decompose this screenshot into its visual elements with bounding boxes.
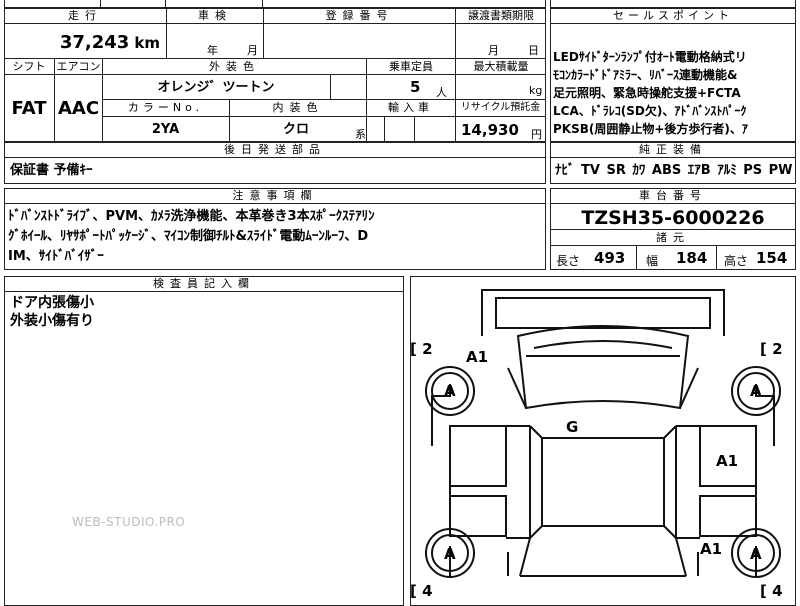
divider [262, 0, 263, 8]
height-label: 高さ [724, 254, 749, 268]
bracket-value: 4 [422, 582, 433, 600]
tire-rear-right-mark: A [750, 545, 762, 563]
interior-color-cell: クロ 系 [229, 117, 366, 142]
divider [384, 117, 385, 142]
bracket-top-left: [ 2 [410, 340, 433, 358]
mileage-value-cell: 37,243 km [4, 24, 166, 58]
top-cutoff-row [4, 0, 546, 8]
inspection-value-cell: 年 月 [166, 24, 263, 58]
aircon-text: AAC [57, 98, 100, 119]
height-value: 154 [756, 249, 788, 267]
max-load-value-cell: kg [455, 75, 546, 99]
sales-point-line: LEDｻｲﾄﾞﾀｰﾝﾗﾝﾌﾟ付ｵｰﾄ電動格納式リ [553, 50, 747, 64]
shift-text: FAT [11, 98, 47, 119]
car-diagram [425, 289, 781, 578]
registration-header: 登録番号 [263, 8, 455, 24]
recycle-header: リサイクル預託金 [460, 102, 541, 113]
import-header: 輸入車 [388, 101, 433, 114]
bracket-value: 2 [772, 340, 783, 358]
recycle-amount: 14,930 [461, 121, 519, 139]
max-load-header: 最大積載量 [455, 59, 546, 74]
transfer-deadline-header: 譲渡書類期限 [455, 8, 546, 24]
equipment-header: 純正装備 [550, 142, 796, 158]
shift-header: シフト [12, 60, 46, 73]
transfer-value-cell: 月 日 [455, 24, 546, 58]
inspection-month: 月 [247, 44, 258, 57]
top-cutoff-right [550, 0, 796, 8]
tire-rear-left-mark: A [444, 545, 456, 563]
inspector-text: ドア内張傷小 外装小傷有り [10, 294, 390, 330]
sales-point-line: PKSB(周囲静止物+後方歩行者)、ｱ [553, 122, 748, 136]
divider [100, 0, 101, 8]
capacity-unit: 人 [436, 86, 447, 99]
color-no-header: カラーNo. [127, 101, 204, 114]
bracket-value: 4 [772, 582, 783, 600]
mileage-value: 37,243 [59, 32, 130, 53]
aircon-header: エアコン [54, 59, 102, 74]
divider [716, 246, 717, 270]
length-label: 長さ [556, 254, 581, 268]
inspection-year: 年 [207, 44, 218, 57]
chassis-header: 車台番号 [550, 188, 796, 204]
bracket-top-right: [ 2 [760, 340, 783, 358]
damage-mark-g: G [566, 418, 579, 436]
later-parts-value: 保証書 予備ｷｰ [10, 163, 93, 178]
mileage-header: 走行 [4, 8, 166, 24]
divider [165, 0, 166, 8]
notes-text: ﾄﾞﾊﾞﾝｽﾄﾄﾞﾗｲﾌﾞ、PVM、ｶﾒﾗ洗浄機能、本革巻き3本ｽﾎﾟｰｸｽﾃｱ… [8, 207, 544, 267]
chassis-number: TZSH35-6000226 [550, 204, 796, 230]
capacity-value-cell: 5 人 [366, 75, 455, 99]
capacity-value: 5 [410, 78, 421, 96]
notes-line: IM、ｻｲﾄﾞﾊﾞｲｻﾞｰ [8, 249, 104, 264]
tire-front-left-mark: A [444, 382, 456, 400]
damage-mark-front-left: A1 [466, 348, 489, 366]
sales-point-header: セールスポイント [550, 8, 796, 24]
specs-header: 諸元 [550, 230, 796, 246]
width-label: 幅 [646, 254, 659, 268]
interior-color-value: クロ [283, 122, 310, 137]
notes-line: ﾄﾞﾊﾞﾝｽﾄﾄﾞﾗｲﾌﾞ、PVM、ｶﾒﾗ洗浄機能、本革巻き3本ｽﾎﾟｰｸｽﾃｱ… [8, 209, 375, 224]
inspector-line: 外装小傷有り [10, 313, 94, 329]
transfer-month: 月 [488, 44, 499, 57]
exterior-color-header: 外装色 [102, 59, 366, 74]
interior-suffix: 系 [355, 128, 366, 141]
sales-point-line: ﾓｺﾝｶﾗｰﾄﾞﾄﾞｱﾐﾗｰ、ﾘﾊﾞｰｽ連動機能& [553, 68, 738, 82]
recycle-value-cell: 14,930 円 [455, 117, 546, 142]
exterior-color-value: オレンジ゛ツートン [157, 80, 275, 95]
divider [414, 117, 415, 142]
divider [636, 246, 637, 270]
width-value: 184 [676, 249, 708, 267]
damage-mark-right-door: A1 [716, 452, 739, 470]
divider [330, 75, 331, 99]
equipment-value: ﾅﾋﾞ TV SR ｶﾜ ABS ｴｱB ｱﾙﾐ PS PW [555, 163, 793, 178]
length-value: 493 [594, 249, 626, 267]
interior-color-header: 内装色 [229, 100, 366, 116]
inspector-header: 検査員記入欄 [4, 276, 404, 292]
watermark: WEB-STUDIO.PRO [72, 515, 186, 529]
sales-point-line: LCA、ﾄﾞﾗﾚｺ(SD欠)、ｱﾄﾞﾊﾞﾝｽﾄﾊﾟｰｸ [553, 104, 747, 118]
mileage-unit: km [134, 34, 160, 52]
registration-value-cell [263, 24, 455, 58]
tire-front-right-mark: A [750, 382, 762, 400]
bracket-bottom-left: [ 4 [410, 582, 433, 600]
capacity-header: 乗車定員 [366, 59, 455, 74]
sales-point-line: 足元照明、緊急時操舵支援+FCTA [553, 86, 741, 100]
aircon-value: AAC [54, 75, 102, 142]
color-no-value: 2YA [151, 122, 180, 137]
inspection-header: 車検 [166, 8, 263, 24]
later-parts-header: 後日発送部品 [4, 142, 546, 158]
transfer-day: 日 [528, 44, 539, 57]
damage-mark-rear-right: A1 [700, 540, 723, 558]
bracket-bottom-right: [ 4 [760, 582, 783, 600]
notes-line: ｸﾞﾎｲｰﾙ、ﾘﾔｻﾎﾟｰﾄﾊﾟｯｹｰｼﾞ、ﾏｲｺﾝ制御ﾁﾙﾄ&ｽﾗｲﾄﾞ電動ﾑ… [8, 229, 369, 244]
inspector-line: ドア内張傷小 [10, 295, 94, 311]
specs-row: 長さ 493 幅 184 高さ 154 [550, 246, 796, 270]
recycle-unit: 円 [531, 128, 542, 141]
bracket-value: 2 [422, 340, 433, 358]
notes-header: 注意事項欄 [4, 188, 546, 204]
shift-value: FAT [4, 75, 54, 142]
sales-point-text: LEDｻｲﾄﾞﾀｰﾝﾗﾝﾌﾟ付ｵｰﾄ電動格納式リ ﾓｺﾝｶﾗｰﾄﾞﾄﾞｱﾐﾗｰ、… [553, 48, 795, 138]
max-load-unit: kg [529, 84, 543, 97]
